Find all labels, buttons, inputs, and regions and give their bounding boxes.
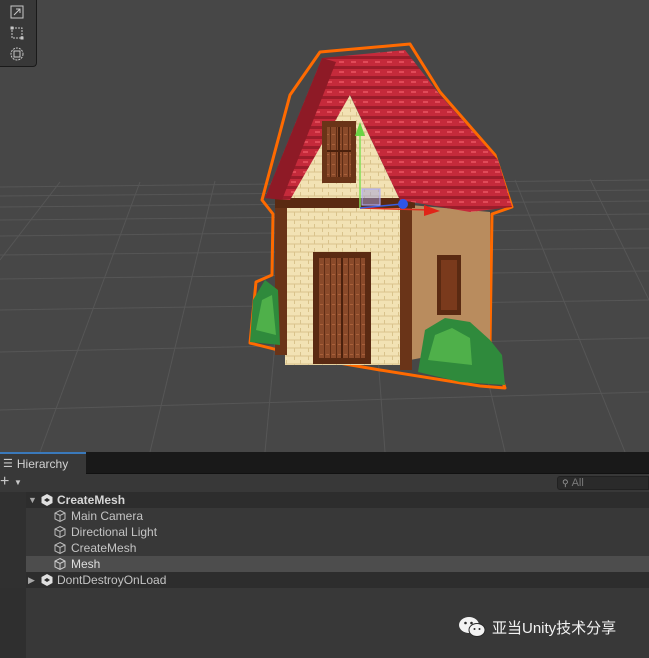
watermark-text: 亚当Unity技术分享 bbox=[492, 619, 617, 637]
unity-scene-icon bbox=[40, 493, 54, 507]
tree-gutter bbox=[0, 588, 26, 658]
scene-tool-overlay bbox=[0, 0, 37, 67]
cube-icon bbox=[53, 541, 67, 555]
hierarchy-item-directional-light[interactable]: Directional Light bbox=[0, 524, 649, 540]
list-icon: ☰ bbox=[3, 458, 13, 470]
scene-view[interactable] bbox=[0, 0, 649, 452]
move-view-tool-button[interactable] bbox=[3, 3, 31, 21]
scene-row-dontdestroyonload[interactable]: ▶ DontDestroyOnLoad bbox=[0, 572, 649, 588]
cube-icon bbox=[53, 557, 67, 571]
tab-label: Hierarchy bbox=[16, 457, 69, 471]
transform-icon bbox=[10, 47, 24, 61]
plus-icon: + bbox=[0, 473, 10, 490]
plane-handle bbox=[361, 188, 381, 206]
scene-row-createmesh[interactable]: ▼ CreateMesh bbox=[0, 492, 649, 508]
rect-transform-icon bbox=[10, 26, 24, 40]
item-label: Directional Light bbox=[71, 525, 158, 539]
item-label: CreateMesh bbox=[71, 541, 137, 555]
cube-icon bbox=[53, 525, 67, 539]
scene-label: CreateMesh bbox=[57, 493, 126, 507]
house-mesh[interactable] bbox=[248, 42, 514, 390]
watermark: 亚当Unity技术分享 bbox=[458, 615, 616, 639]
tab-bar: ☰ Hierarchy bbox=[0, 452, 649, 474]
item-label: Mesh bbox=[71, 557, 101, 571]
wechat-icon bbox=[459, 617, 486, 637]
hierarchy-toolbar: + ▼ ⚲ All bbox=[0, 473, 649, 493]
chevron-down-icon: ▼ bbox=[14, 478, 22, 487]
expand-arrow-icon[interactable]: ▼ bbox=[28, 492, 37, 508]
item-label: Main Camera bbox=[71, 509, 144, 523]
z-axis-handle bbox=[398, 199, 408, 209]
hierarchy-item-main-camera[interactable]: Main Camera bbox=[0, 508, 649, 524]
scene-label: DontDestroyOnLoad bbox=[57, 573, 167, 587]
search-input[interactable]: ⚲ All bbox=[557, 476, 649, 490]
expand-icon bbox=[10, 5, 24, 19]
rect-tool-button[interactable] bbox=[3, 24, 31, 42]
hierarchy-item-mesh[interactable]: Mesh bbox=[0, 556, 649, 572]
search-icon: ⚲ bbox=[562, 478, 569, 488]
transform-tool-button[interactable] bbox=[3, 45, 31, 63]
hierarchy-item-createmesh[interactable]: CreateMesh bbox=[0, 540, 649, 556]
search-placeholder: All bbox=[571, 477, 584, 489]
scene-viewport[interactable] bbox=[0, 0, 649, 452]
add-object-button[interactable]: + ▼ bbox=[0, 473, 26, 492]
unity-scene-icon bbox=[40, 573, 54, 587]
collapse-arrow-icon[interactable]: ▶ bbox=[28, 572, 35, 588]
cube-icon bbox=[53, 509, 67, 523]
tab-hierarchy[interactable]: ☰ Hierarchy bbox=[0, 452, 86, 474]
